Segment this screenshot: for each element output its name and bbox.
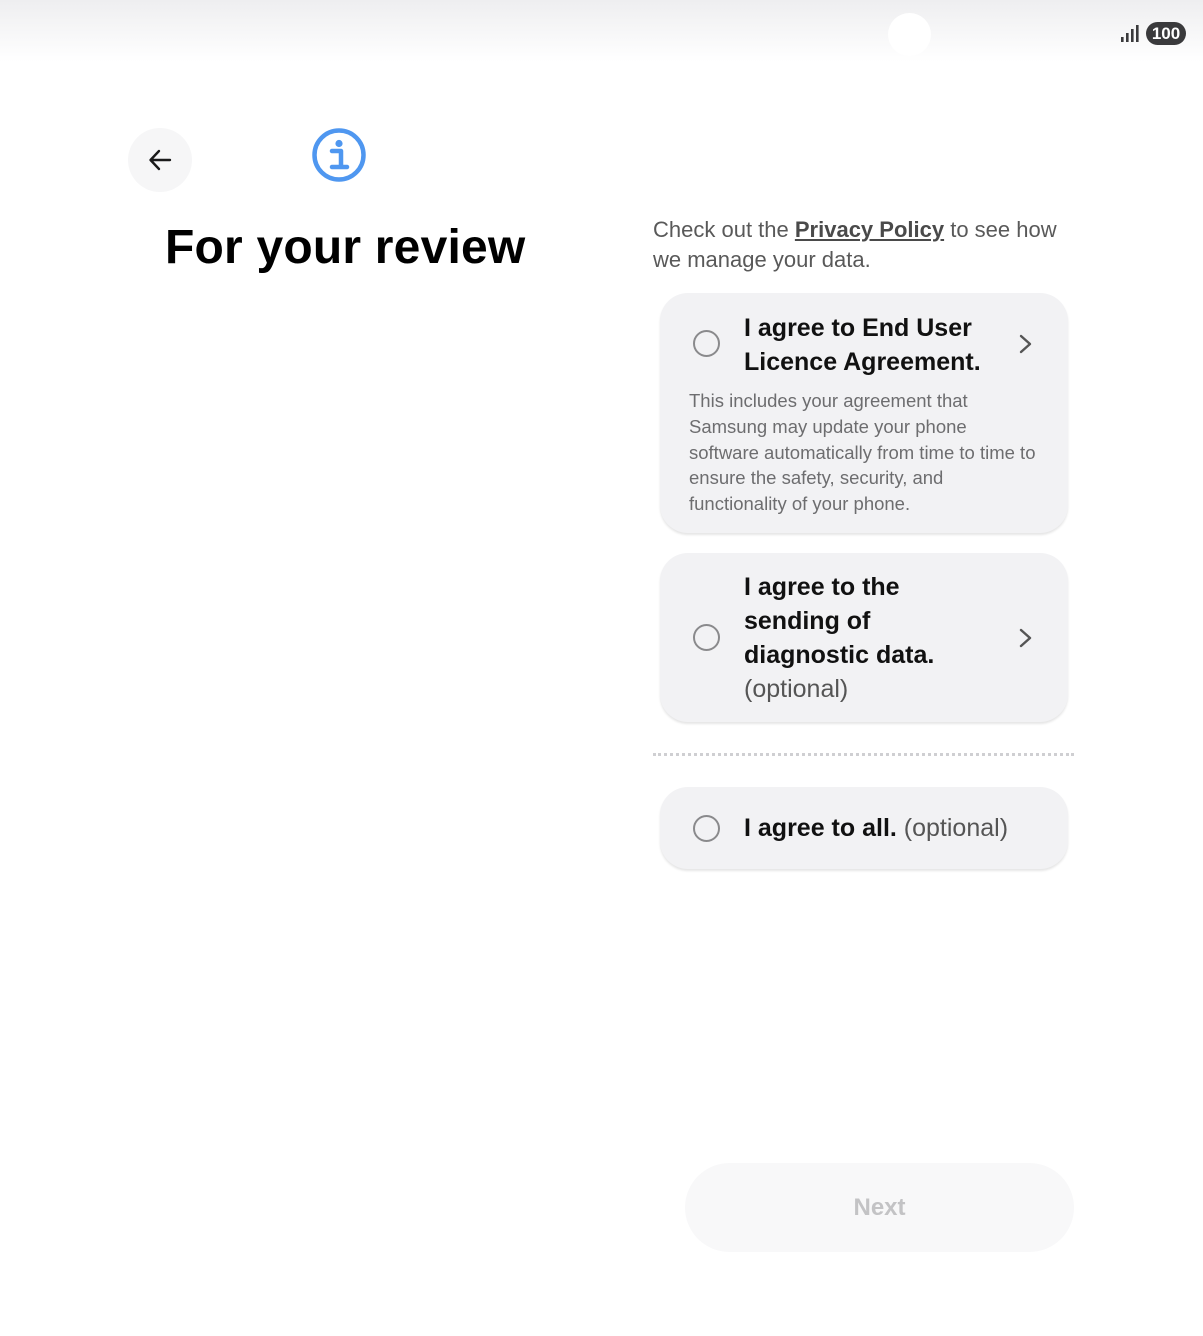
cellular-signal-icon	[1121, 25, 1139, 42]
agree-all-title: I agree to all. (optional)	[744, 811, 1044, 845]
diagnostic-agreement-title: I agree to the sending of diagnostic dat…	[744, 570, 974, 706]
page-title: For your review	[165, 221, 526, 274]
eula-title-text: I agree to End User Licence Agreement.	[744, 314, 981, 376]
diagnostic-title-text: I agree to the sending of diagnostic dat…	[744, 573, 935, 669]
agree-all-title-text: I agree to all.	[744, 814, 897, 842]
chevron-right-icon[interactable]	[1014, 333, 1036, 355]
eula-agreement-card[interactable]: I agree to End User Licence Agreement. T…	[660, 293, 1068, 533]
back-button[interactable]	[128, 128, 192, 192]
eula-agreement-title: I agree to End User Licence Agreement.	[744, 311, 1004, 379]
eula-description: This includes your agreement that Samsun…	[689, 390, 1036, 515]
diagnostic-data-card[interactable]: I agree to the sending of diagnostic dat…	[660, 553, 1068, 722]
diagnostic-radio-button[interactable]	[693, 624, 720, 651]
next-button[interactable]: Next	[685, 1163, 1074, 1252]
chevron-right-icon[interactable]	[1014, 627, 1036, 649]
agree-all-card[interactable]: I agree to all. (optional)	[660, 787, 1068, 869]
battery-indicator: 100	[1146, 22, 1186, 45]
privacy-intro-text: Check out the Privacy Policy to see how …	[653, 215, 1083, 275]
camera-cutout	[888, 13, 931, 56]
dotted-divider	[653, 753, 1074, 756]
privacy-policy-link[interactable]: Privacy Policy	[795, 217, 944, 242]
info-icon	[312, 128, 366, 182]
arrow-left-icon	[149, 149, 172, 171]
agree-all-radio-button[interactable]	[693, 815, 720, 842]
status-bar: 100	[0, 0, 1203, 62]
eula-radio-button[interactable]	[693, 330, 720, 357]
diagnostic-optional-label: (optional)	[744, 675, 849, 703]
agree-all-optional-label: (optional)	[903, 814, 1009, 842]
intro-prefix: Check out the	[653, 217, 795, 242]
